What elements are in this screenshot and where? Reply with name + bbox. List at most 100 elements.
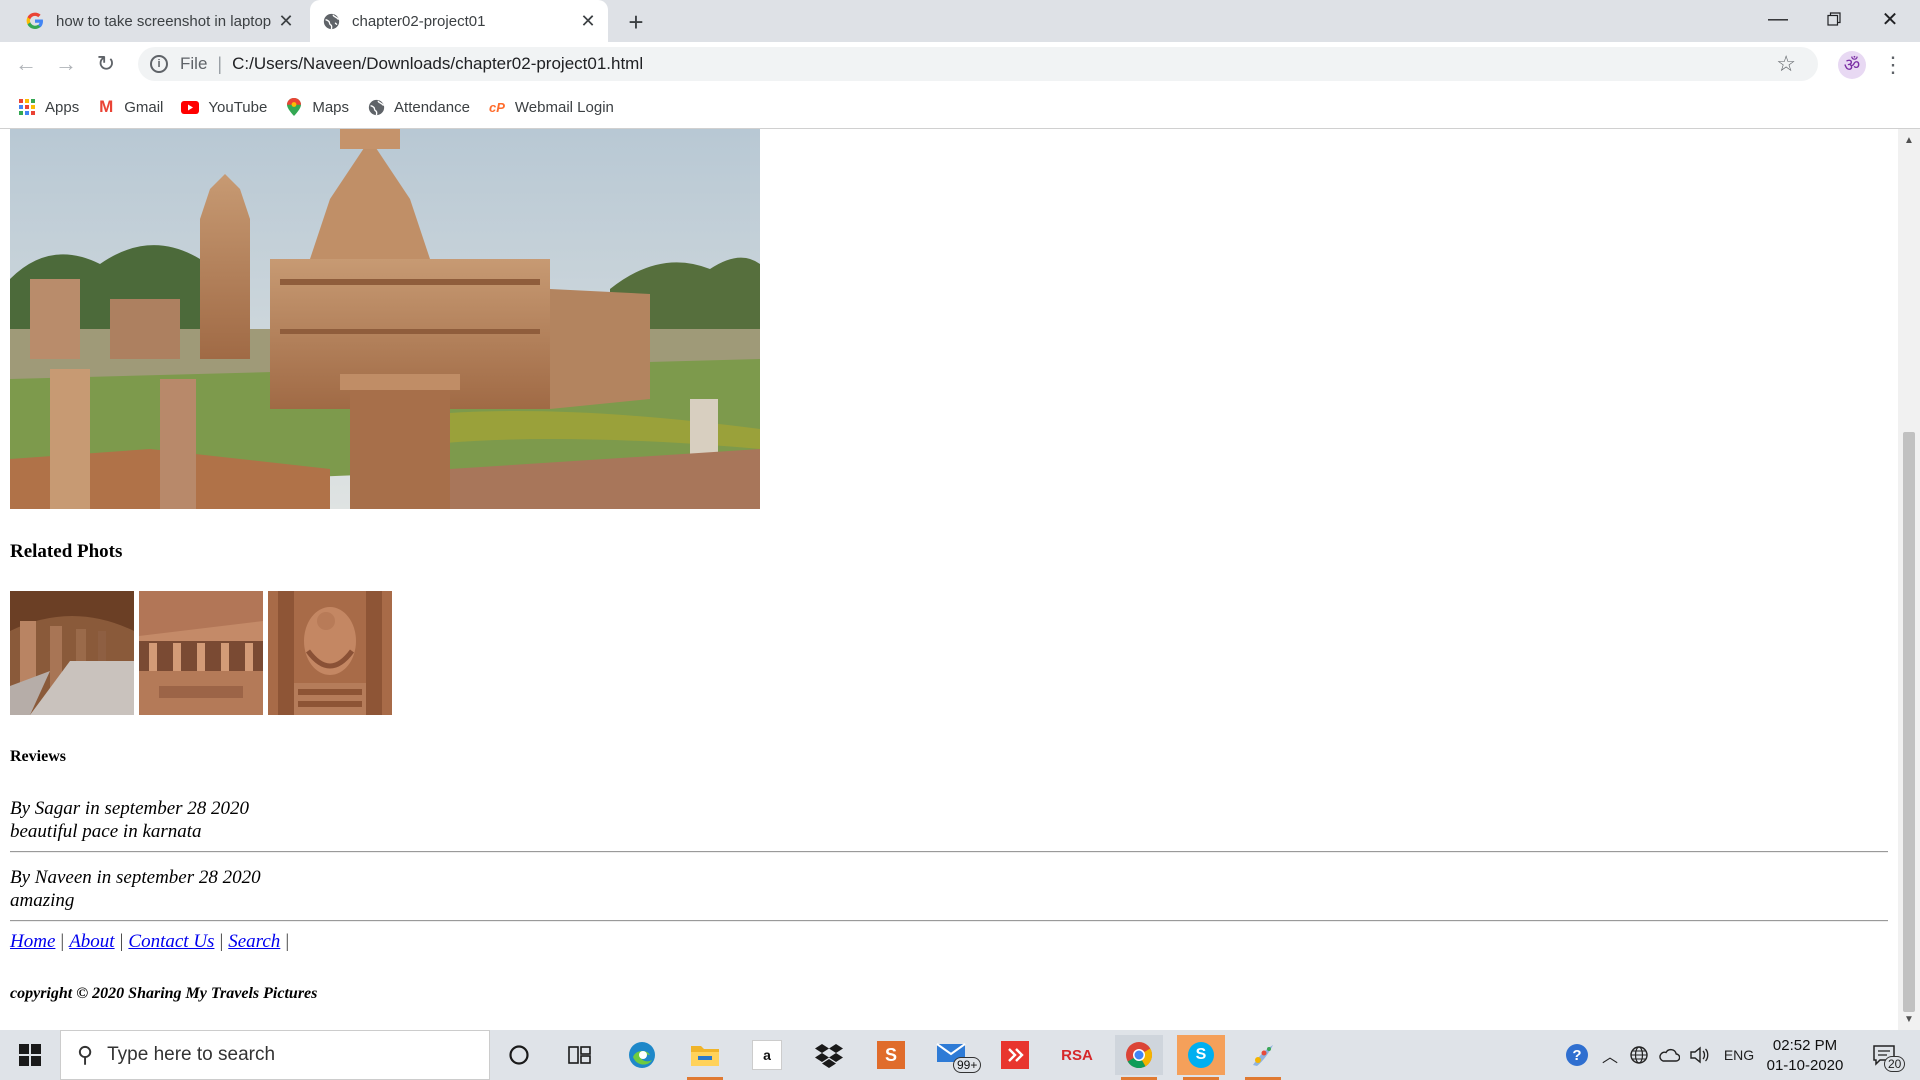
page-viewport: Related Phots Reviews By Sagar in septem… xyxy=(0,129,1898,1030)
scheme-separator: | xyxy=(217,53,223,74)
restore-icon[interactable] xyxy=(1806,0,1862,38)
back-arrow-icon[interactable]: ← xyxy=(10,48,42,80)
scheme-label: File xyxy=(180,54,208,73)
scroll-up-arrow-icon[interactable]: ▲ xyxy=(1898,131,1920,149)
link-separator: | xyxy=(60,931,65,952)
bookmark-star-icon[interactable]: ☆ xyxy=(1776,51,1796,77)
url-text[interactable]: C:/Users/Naveen/Downloads/chapter02-proj… xyxy=(232,54,643,74)
onedrive-cloud-icon[interactable] xyxy=(1656,1030,1682,1080)
review-text: amazing xyxy=(10,890,75,911)
browser-toolbar: ← → ↻ i File | C:/Users/Naveen/Downloads… xyxy=(0,42,1920,86)
skype-icon[interactable]: S xyxy=(1177,1035,1225,1080)
cortana-icon[interactable] xyxy=(495,1035,543,1075)
volume-icon[interactable] xyxy=(1686,1030,1712,1080)
taskbar-search-box[interactable]: ⚲ Type here to search xyxy=(60,1030,490,1080)
footer-nav: Home | About | Contact Us | Search | xyxy=(10,931,294,953)
language-globe-icon[interactable] xyxy=(1626,1030,1652,1080)
close-tab-icon[interactable]: ✕ xyxy=(276,11,296,31)
globe-icon xyxy=(367,98,385,116)
review-byline: By Naveen in september 28 2020 xyxy=(10,867,261,888)
youtube-icon xyxy=(181,98,200,116)
profile-avatar[interactable]: ॐ xyxy=(1838,51,1866,79)
notification-center-icon[interactable]: 20 xyxy=(1862,1030,1906,1080)
reviews-heading: Reviews xyxy=(10,748,66,765)
minimize-icon[interactable]: — xyxy=(1750,0,1806,38)
paint-icon[interactable] xyxy=(1239,1035,1287,1080)
bookmark-label: Webmail Login xyxy=(514,98,614,116)
address-bar[interactable]: i File | C:/Users/Naveen/Downloads/chapt… xyxy=(138,47,1818,81)
tab-title: chapter02-project01 xyxy=(352,12,486,30)
bookmark-youtube[interactable]: YouTube xyxy=(181,98,267,116)
mail-icon[interactable]: 99+ xyxy=(929,1035,982,1075)
search-placeholder: Type here to search xyxy=(107,1044,276,1065)
tab-strip: how to take screenshot in laptop ✕ chapt… xyxy=(0,0,1920,42)
bookmark-apps[interactable]: Apps xyxy=(18,98,79,116)
footer-link-home[interactable]: Home xyxy=(10,931,55,952)
language-indicator[interactable]: ENG xyxy=(1720,1030,1758,1080)
notification-count: 20 xyxy=(1884,1056,1906,1072)
dropbox-icon[interactable] xyxy=(805,1035,853,1075)
new-tab-button[interactable]: + xyxy=(620,6,652,38)
review-byline: By Sagar in september 28 2020 xyxy=(10,798,250,819)
review-text: beautiful pace in karnata xyxy=(10,821,202,842)
google-icon xyxy=(26,12,44,30)
related-photos-heading: Related Phots xyxy=(10,541,123,562)
scrollbar-thumb[interactable] xyxy=(1903,432,1915,1012)
bookmarks-bar: Apps M Gmail YouTube Maps Attendance cP … xyxy=(0,86,1920,129)
info-icon[interactable]: i xyxy=(150,55,168,73)
link-separator: | xyxy=(219,931,224,952)
copyright-text: copyright © 2020 Sharing My Travels Pict… xyxy=(10,985,318,1002)
windows-taskbar: ⚲ Type here to search a S 99+ RSA S ? ︿ xyxy=(0,1030,1920,1080)
tab-chapter02-project01[interactable]: chapter02-project01 ✕ xyxy=(310,0,608,42)
cpanel-icon: cP xyxy=(488,99,505,115)
mail-badge: 99+ xyxy=(953,1057,982,1073)
chrome-icon[interactable] xyxy=(1115,1035,1163,1080)
sublime-text-icon[interactable]: S xyxy=(867,1035,915,1075)
anydesk-icon[interactable] xyxy=(991,1035,1039,1075)
footer-link-search[interactable]: Search xyxy=(228,931,280,952)
bookmark-attendance[interactable]: Attendance xyxy=(367,98,470,116)
related-photo-1[interactable] xyxy=(10,591,134,715)
related-photo-3[interactable] xyxy=(268,591,392,715)
footer-link-contact-us[interactable]: Contact Us xyxy=(128,931,214,952)
bookmark-label: YouTube xyxy=(208,98,268,116)
windows-start-icon[interactable] xyxy=(0,1030,60,1080)
review-divider xyxy=(10,851,1888,853)
file-explorer-icon[interactable] xyxy=(681,1035,729,1080)
menu-kebab-icon[interactable]: ⋮ xyxy=(1880,50,1906,80)
review-2: By Naveen in september 28 2020 amazing xyxy=(10,866,261,912)
forward-arrow-icon[interactable]: → xyxy=(50,48,82,80)
bookmark-label: Gmail xyxy=(124,98,164,116)
rsa-icon[interactable]: RSA xyxy=(1053,1035,1101,1075)
clock-time: 02:52 PM xyxy=(1772,1037,1838,1054)
task-view-icon[interactable] xyxy=(556,1035,604,1075)
help-icon[interactable]: ? xyxy=(1562,1030,1592,1080)
clock-date: 01-10-2020 xyxy=(1766,1057,1844,1074)
bookmark-label: Attendance xyxy=(394,98,470,116)
gmail-icon: M xyxy=(99,97,114,116)
tab-title: how to take screenshot in laptop xyxy=(56,12,272,30)
review-divider xyxy=(10,920,1888,922)
edge-icon[interactable] xyxy=(618,1035,666,1075)
link-separator: | xyxy=(285,931,290,952)
bookmark-webmail-login[interactable]: cP Webmail Login xyxy=(488,98,614,116)
apps-grid-icon xyxy=(18,98,36,116)
page-scrollbar[interactable]: ▲ ▼ xyxy=(1898,129,1920,1030)
chevron-up-icon[interactable]: ︿ xyxy=(1598,1030,1622,1080)
search-icon: ⚲ xyxy=(77,1042,94,1067)
maps-icon xyxy=(285,98,303,116)
close-tab-icon[interactable]: ✕ xyxy=(578,11,598,31)
scroll-down-arrow-icon[interactable]: ▼ xyxy=(1898,1010,1920,1028)
bookmark-label: Maps xyxy=(312,98,350,116)
footer-link-about[interactable]: About xyxy=(69,931,114,952)
bookmark-gmail[interactable]: M Gmail xyxy=(97,97,164,116)
reload-icon[interactable]: ↻ xyxy=(90,48,122,80)
related-photo-2[interactable] xyxy=(139,591,263,715)
tab-google-search[interactable]: how to take screenshot in laptop ✕ xyxy=(14,0,306,42)
bookmark-label: Apps xyxy=(45,98,80,116)
close-window-icon[interactable]: ✕ xyxy=(1862,0,1918,38)
bookmark-maps[interactable]: Maps xyxy=(285,98,349,116)
amazon-icon[interactable]: a xyxy=(743,1035,791,1075)
globe-icon xyxy=(322,12,340,30)
taskbar-clock[interactable]: 02:52 PM 01-10-2020 xyxy=(1760,1036,1850,1076)
